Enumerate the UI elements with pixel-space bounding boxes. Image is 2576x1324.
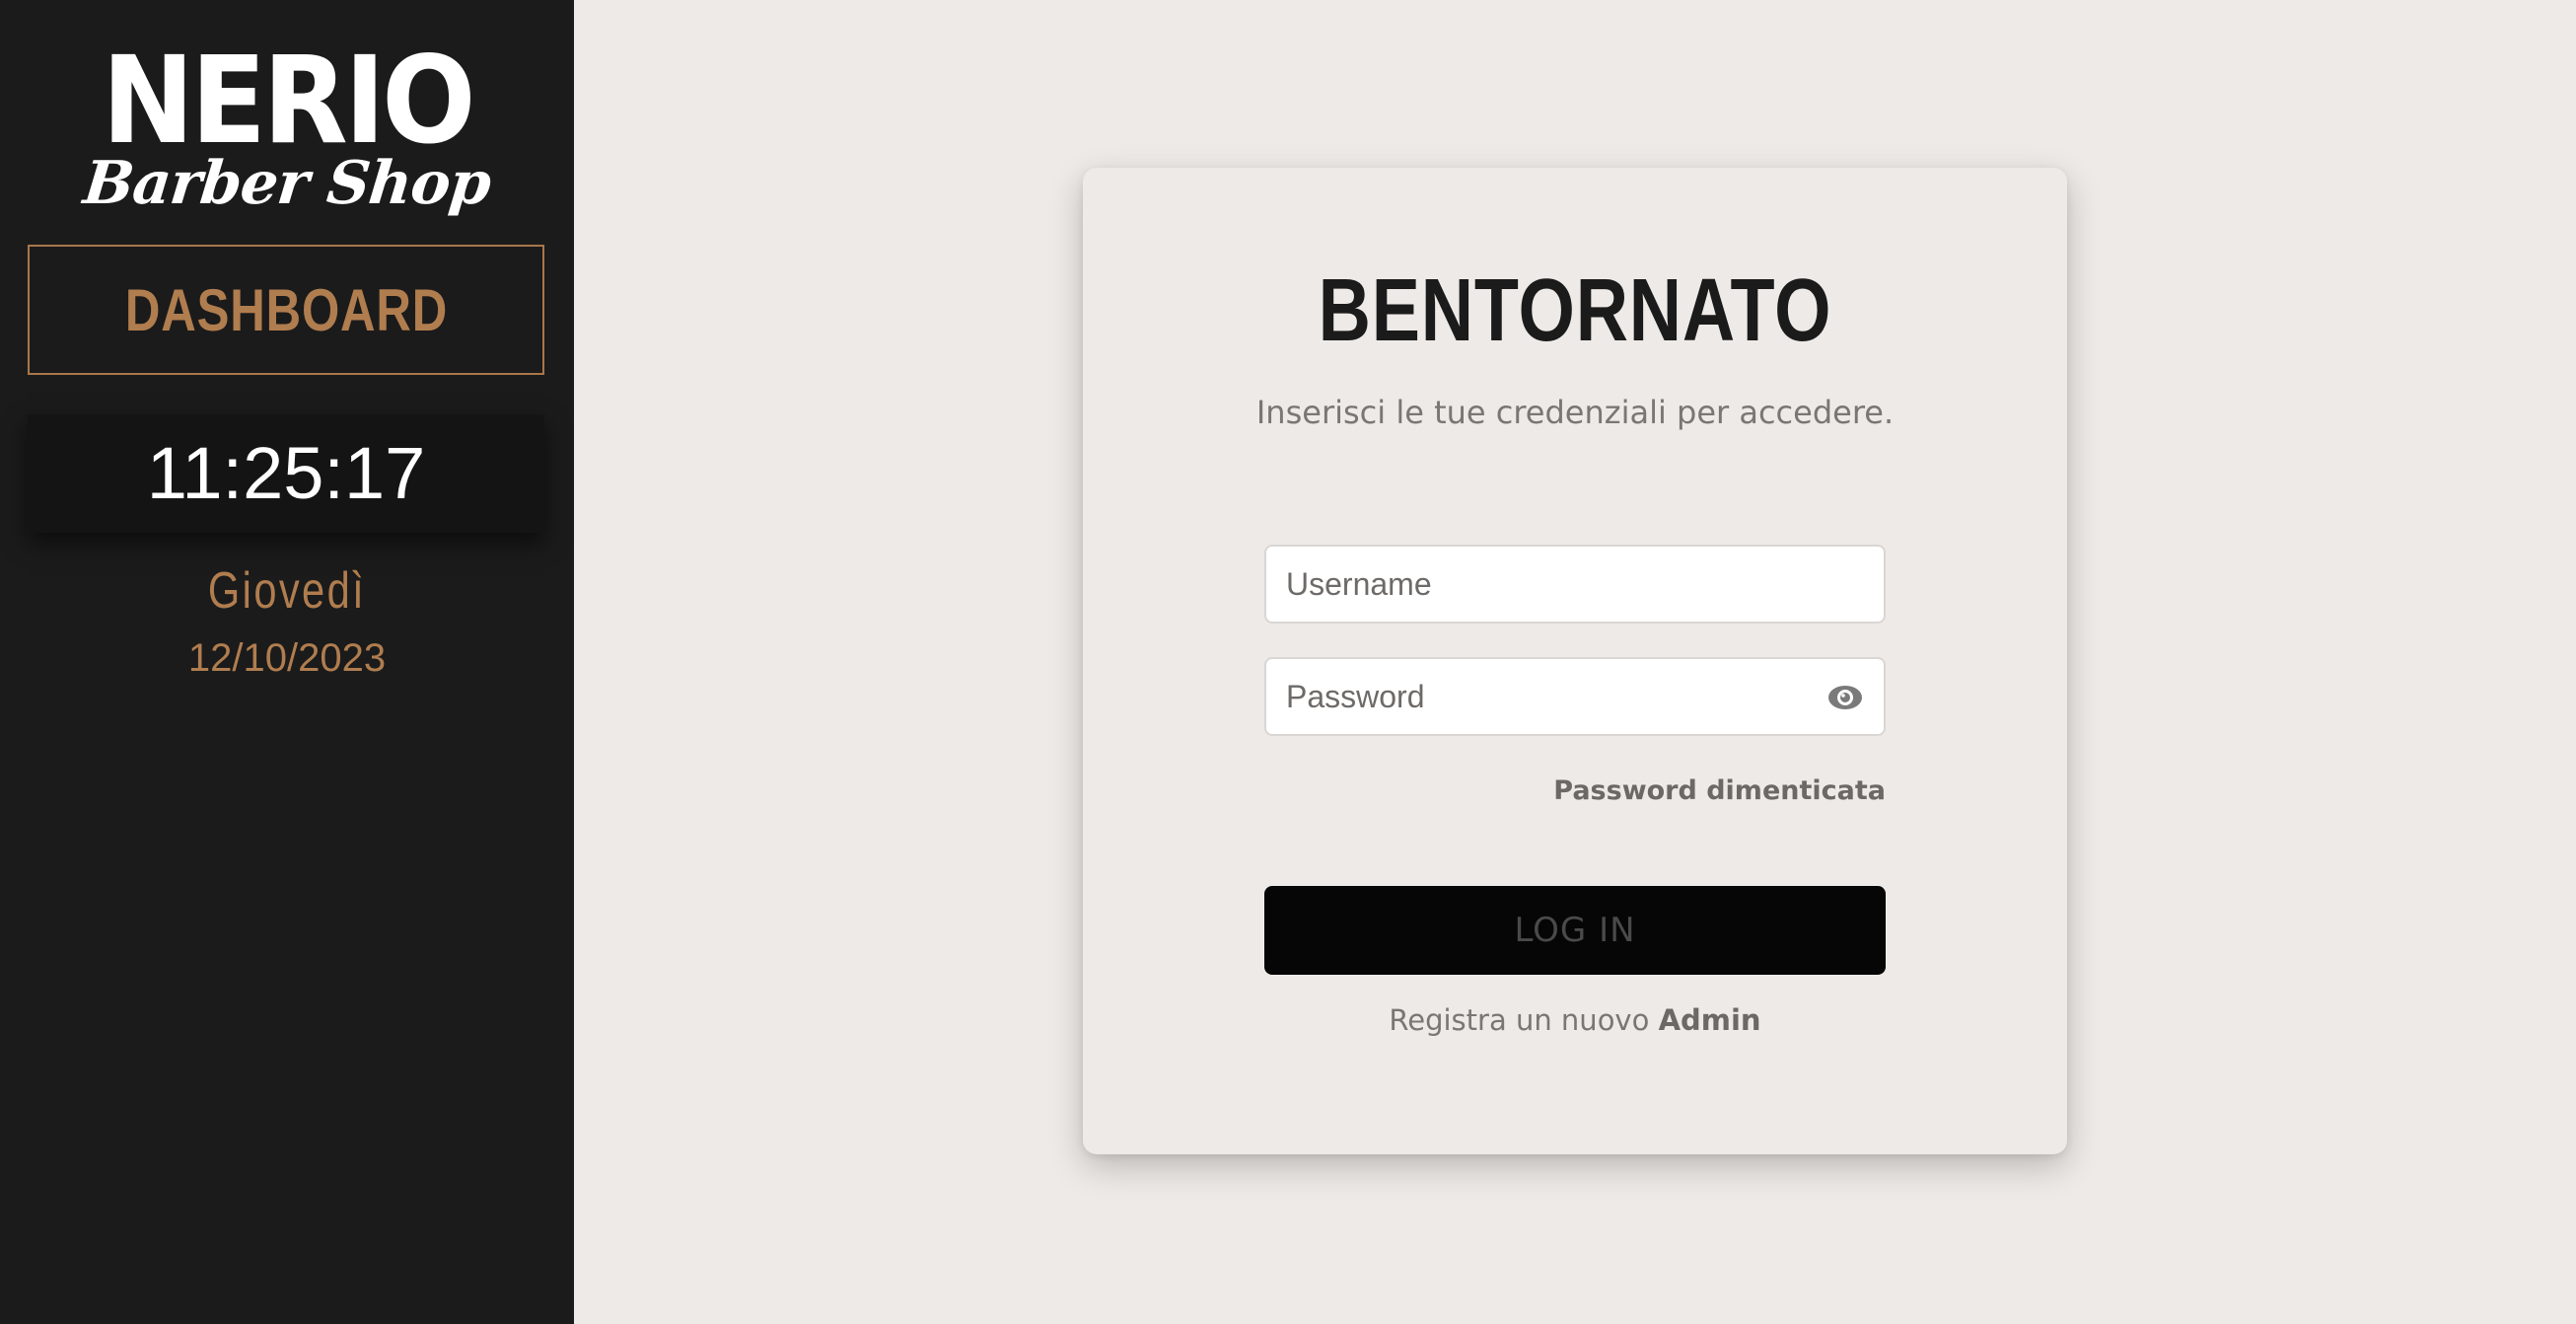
- username-input[interactable]: [1266, 547, 1884, 622]
- register-admin-link[interactable]: Admin: [1659, 1003, 1761, 1037]
- sidebar: NERIO Barber Shop DASHBOARD 11:25:17 Gio…: [0, 0, 574, 1324]
- login-subtitle: Inserisci le tue credenziali per acceder…: [1255, 394, 1895, 431]
- login-card: BENTORNATO Inserisci le tue credenziali …: [1083, 168, 2067, 1154]
- eye-icon[interactable]: [1826, 681, 1864, 714]
- login-title: BENTORNATO: [1318, 261, 1832, 360]
- date-label: 12/10/2023: [187, 636, 387, 680]
- clock-widget: 11:25:17: [28, 414, 544, 533]
- register-prefix: Registra un nuovo: [1389, 1003, 1650, 1037]
- dashboard-button[interactable]: DASHBOARD: [28, 245, 544, 375]
- brand-logo[interactable]: NERIO Barber Shop: [0, 39, 574, 227]
- password-field-wrapper: [1264, 657, 1886, 736]
- dashboard-label: DASHBOARD: [124, 276, 448, 343]
- register-prompt: Registra un nuovo Admin: [1083, 998, 2067, 1042]
- password-input[interactable]: [1266, 659, 1884, 734]
- logo-wordmark: NERIO: [102, 31, 476, 171]
- logo-subtitle: Barber Shop: [80, 149, 494, 218]
- username-field-wrapper: [1264, 545, 1886, 624]
- weekday-label: Giovedì: [207, 562, 367, 620]
- login-button-label: LOG IN: [1514, 911, 1636, 950]
- login-button[interactable]: LOG IN: [1264, 886, 1886, 975]
- forgot-password-link[interactable]: Password dimenticata: [1553, 772, 1886, 811]
- clock-time: 11:25:17: [146, 432, 426, 514]
